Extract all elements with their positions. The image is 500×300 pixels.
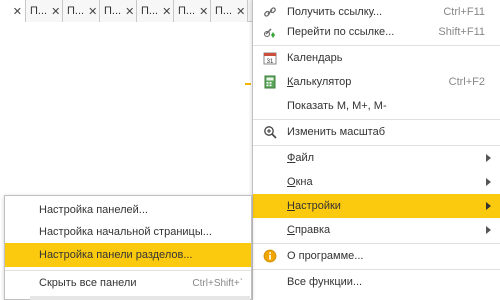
submenu-item-sections-panel-settings[interactable]: Настройка панели разделов... <box>5 243 251 267</box>
go-to-link-icon <box>263 25 277 39</box>
menu-item-label: Изменить масштаб <box>287 126 386 138</box>
calendar-icon-text: 31 <box>267 59 274 65</box>
menu-item-label: Файл <box>287 152 314 164</box>
tab-item[interactable]: П... ✕ <box>137 0 174 22</box>
submenu-item-label: Настройка начальной страницы... <box>39 226 212 238</box>
submenu-item-home-page-settings[interactable]: Настройка начальной страницы... <box>5 220 251 244</box>
zoom-icon <box>263 125 277 139</box>
menu-item-label: О программе... <box>287 250 364 262</box>
menu-item-label: Показать M, M+, M- <box>287 100 387 112</box>
menu-item-all-functions[interactable]: Все функции... <box>253 270 500 294</box>
tab-item[interactable]: П... ✕ <box>63 0 100 22</box>
submenu-arrow-icon <box>486 154 491 162</box>
menu-item-file[interactable]: Файл <box>253 146 500 170</box>
menu-item-about[interactable]: О программе... <box>253 244 500 268</box>
menu-item-zoom[interactable]: Изменить масштаб <box>253 120 500 144</box>
label-rest: алькулятор <box>293 76 352 88</box>
menu-item-label: Получить ссылку... <box>287 6 383 18</box>
tab-close-button[interactable]: ✕ <box>0 0 26 22</box>
submenu-item-label: Настройка панелей... <box>39 204 148 216</box>
shortcut-label: Ctrl+F2 <box>448 76 485 88</box>
tab-label: П... <box>104 5 122 17</box>
label-rest: айл <box>295 152 315 164</box>
calendar-icon: 31 <box>263 51 277 65</box>
background-panel-edge <box>30 296 250 300</box>
menu-item-label: Справка <box>287 224 330 236</box>
tab-strip: ✕ П... ✕ П... ✕ П... ✕ П... ✕ П... ✕ П..… <box>0 0 260 22</box>
menu-item-label: Перейти по ссылке... <box>287 26 395 38</box>
shortcut-label: Shift+F11 <box>438 26 485 38</box>
close-icon[interactable]: ✕ <box>162 5 171 18</box>
close-icon[interactable]: ✕ <box>236 5 245 18</box>
menu-item-windows[interactable]: Окна <box>253 170 500 194</box>
menu-item-calculator[interactable]: Калькулятор Ctrl+F2 <box>253 70 500 94</box>
tab-label: П... <box>178 5 196 17</box>
submenu-item-hide-all-panels[interactable]: Скрыть все панели Ctrl+Shift+` <box>5 271 251 295</box>
submenu-arrow-icon <box>486 202 491 210</box>
tab-item[interactable]: П... ✕ <box>26 0 63 22</box>
label-rest: астройки <box>294 200 341 212</box>
menu-item-label: Окна <box>287 176 313 188</box>
menu-item-label: Настройки <box>287 200 341 212</box>
label-rest: кна <box>295 176 313 188</box>
accelerator-letter: Н <box>287 200 295 212</box>
tab-item[interactable]: П... ✕ <box>174 0 211 22</box>
link-icon <box>263 5 277 19</box>
close-icon[interactable]: ✕ <box>199 5 208 18</box>
accelerator-letter: С <box>287 224 295 236</box>
settings-submenu: Настройка панелей... Настройка начальной… <box>4 195 252 300</box>
submenu-item-label: Скрыть все панели <box>39 277 137 289</box>
label-rest: правка <box>294 224 331 236</box>
tab-label: П... <box>30 5 48 17</box>
close-icon[interactable]: ✕ <box>88 5 97 18</box>
menu-item-calendar[interactable]: 31 Календарь <box>253 46 500 70</box>
menu-item-label: Калькулятор <box>287 76 351 88</box>
close-icon[interactable]: ✕ <box>51 5 60 18</box>
menu-item-show-memory[interactable]: Показать M, M+, M- <box>253 94 500 118</box>
submenu-item-label: Настройка панели разделов... <box>39 249 193 261</box>
menu-item-help[interactable]: Справка <box>253 218 500 242</box>
tab-label: П... <box>141 5 159 17</box>
submenu-arrow-icon <box>486 178 491 186</box>
accelerator-letter: О <box>287 176 296 188</box>
tab-label: П... <box>67 5 85 17</box>
tab-item[interactable]: П... ✕ <box>100 0 137 22</box>
shortcut-label: Ctrl+F11 <box>443 6 485 18</box>
info-icon <box>263 249 277 263</box>
tab-label: П... <box>215 5 233 17</box>
calculator-icon <box>263 75 277 89</box>
menu-item-settings[interactable]: Настройки <box>253 194 500 218</box>
close-icon[interactable]: ✕ <box>125 5 134 18</box>
main-context-menu: Получить ссылку... Ctrl+F11 Перейти по с… <box>252 0 500 300</box>
menu-item-label: Все функции... <box>287 276 363 288</box>
menu-item-label: Календарь <box>287 52 343 64</box>
shortcut-label: Ctrl+Shift+` <box>192 277 243 289</box>
submenu-item-panels-settings[interactable]: Настройка панелей... <box>5 198 251 222</box>
tab-item[interactable]: П... ✕ <box>211 0 248 22</box>
menu-item-go-to-link[interactable]: Перейти по ссылке... Shift+F11 <box>253 20 500 44</box>
submenu-arrow-icon <box>486 226 491 234</box>
accent-line <box>245 83 251 85</box>
